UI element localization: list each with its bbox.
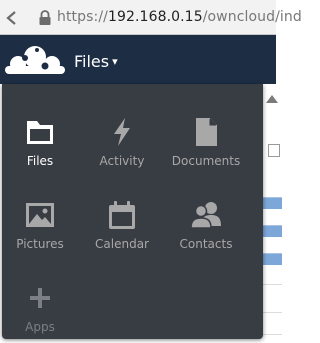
file-row[interactable] xyxy=(262,225,282,237)
app-item-contacts-label: Contacts xyxy=(179,237,233,251)
url-host: 192.168.0.15 xyxy=(107,9,203,25)
calendar-icon xyxy=(109,201,135,229)
folder-icon xyxy=(27,121,53,144)
app-item-documents[interactable]: Documents xyxy=(163,98,249,168)
lock-icon xyxy=(39,10,51,25)
app-item-files-label: Files xyxy=(26,154,54,168)
app-title-label: Files xyxy=(74,52,110,71)
app-switcher-toggle[interactable]: Files ▾ xyxy=(74,52,118,71)
row-divider xyxy=(262,334,282,335)
app-item-files[interactable]: Files xyxy=(0,98,83,168)
app-item-activity-label: Activity xyxy=(99,154,145,168)
document-icon xyxy=(196,118,217,146)
back-arrow-icon[interactable] xyxy=(2,8,22,28)
apps-menu: Files Activity Documents Pictures Calend… xyxy=(2,84,263,339)
sort-arrow-icon[interactable] xyxy=(266,95,278,103)
row-divider xyxy=(262,312,282,313)
app-item-documents-label: Documents xyxy=(171,154,241,168)
lightning-icon xyxy=(114,118,130,146)
file-row[interactable] xyxy=(262,253,282,265)
browser-address-bar[interactable]: https://192.168.0.15/owncloud/ind xyxy=(0,0,302,35)
app-item-calendar-label: Calendar xyxy=(95,237,149,251)
url-path: /owncloud/ind xyxy=(202,9,302,25)
plus-icon xyxy=(30,288,50,308)
row-divider xyxy=(262,284,282,285)
caret-down-icon: ▾ xyxy=(112,55,118,68)
url-scheme: https:// xyxy=(57,9,108,25)
app-item-pictures[interactable]: Pictures xyxy=(0,181,83,251)
contacts-icon xyxy=(190,202,221,229)
app-item-apps-label: Apps xyxy=(25,320,55,334)
app-item-activity[interactable]: Activity xyxy=(79,98,165,168)
app-item-contacts[interactable]: Contacts xyxy=(163,181,249,251)
app-item-pictures-label: Pictures xyxy=(16,237,64,251)
file-row[interactable] xyxy=(262,197,282,209)
owncloud-header: Files ▾ xyxy=(0,35,276,84)
owncloud-logo-icon[interactable] xyxy=(4,44,66,76)
select-all-checkbox[interactable] xyxy=(268,144,280,157)
picture-icon xyxy=(26,203,54,227)
url-text[interactable]: https://192.168.0.15/owncloud/ind xyxy=(57,9,302,25)
app-item-apps[interactable]: Apps xyxy=(0,264,83,334)
app-item-calendar[interactable]: Calendar xyxy=(79,181,165,251)
